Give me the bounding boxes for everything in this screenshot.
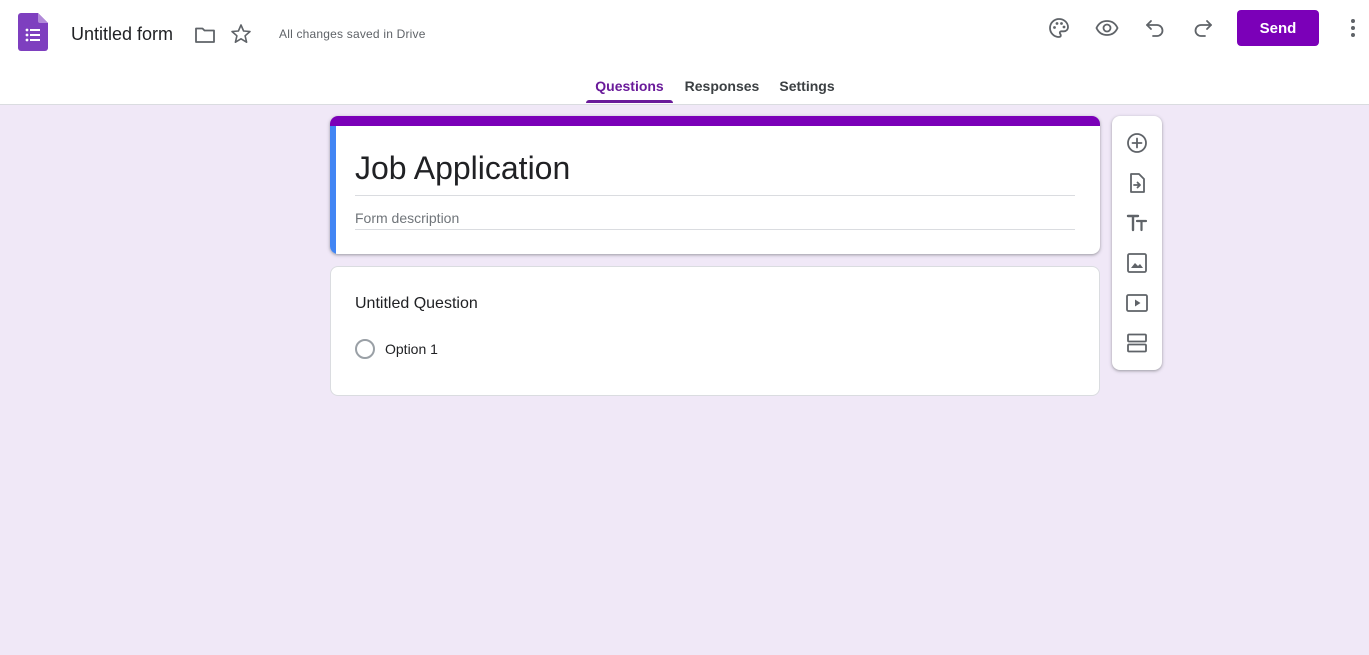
more-vert-icon[interactable] — [1341, 16, 1365, 40]
form-title[interactable]: Job Application — [355, 148, 570, 188]
title-underline — [355, 195, 1075, 196]
question-card[interactable]: Untitled Question Option 1 — [330, 266, 1100, 396]
tab-responses[interactable]: Responses — [683, 78, 761, 104]
preview-icon[interactable] — [1095, 16, 1119, 40]
undo-icon[interactable] — [1143, 16, 1167, 40]
add-title-icon[interactable] — [1125, 211, 1149, 235]
card-accent-bar — [330, 116, 1100, 126]
redo-icon[interactable] — [1191, 16, 1215, 40]
tab-settings[interactable]: Settings — [777, 78, 837, 104]
add-question-icon[interactable] — [1125, 131, 1149, 155]
add-image-icon[interactable] — [1125, 251, 1149, 275]
palette-icon[interactable] — [1047, 16, 1071, 40]
import-questions-icon[interactable] — [1125, 171, 1149, 195]
card-focus-bar — [330, 126, 336, 254]
folder-icon[interactable] — [193, 23, 217, 47]
star-icon[interactable] — [229, 22, 253, 46]
forms-app-icon[interactable] — [18, 13, 48, 51]
add-section-icon[interactable] — [1125, 331, 1149, 355]
description-underline — [355, 229, 1075, 230]
radio-button[interactable] — [355, 339, 375, 359]
side-toolbar — [1112, 116, 1162, 370]
question-title[interactable]: Untitled Question — [355, 295, 478, 313]
form-description-field[interactable]: Form description — [355, 210, 459, 226]
active-tab-indicator — [586, 100, 673, 103]
document-title[interactable]: Untitled form — [71, 23, 173, 45]
save-status: All changes saved in Drive — [279, 27, 426, 41]
option-label[interactable]: Option 1 — [385, 341, 438, 357]
form-title-card[interactable]: Job Application Form description — [330, 116, 1100, 254]
send-button[interactable]: Send — [1237, 10, 1319, 46]
top-bar: Untitled form All changes saved in Drive… — [0, 0, 1369, 105]
add-video-icon[interactable] — [1125, 291, 1149, 315]
